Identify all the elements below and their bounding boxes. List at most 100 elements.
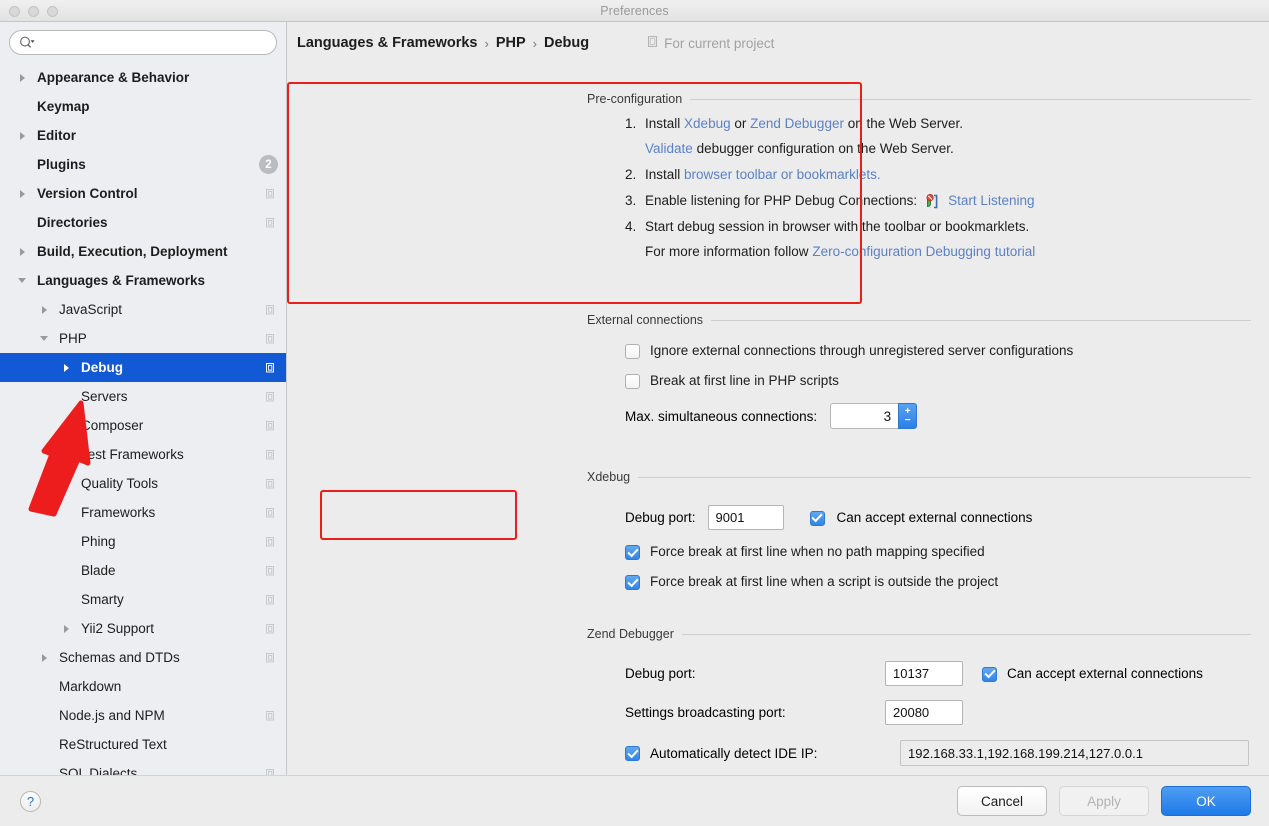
sidebar-item-plugins[interactable]: Plugins 2 bbox=[0, 150, 286, 179]
xdebug-port-input[interactable] bbox=[707, 505, 784, 530]
sidebar-item-sql-dialects[interactable]: SQL Dialects bbox=[0, 759, 286, 775]
dialog-footer: ? Cancel Apply OK bbox=[0, 775, 1269, 826]
sidebar-item-label: Composer bbox=[81, 418, 144, 433]
project-config-icon bbox=[266, 479, 274, 489]
group-divider bbox=[711, 319, 1251, 321]
sidebar-item-appearance-behavior[interactable]: Appearance & Behavior bbox=[0, 63, 286, 92]
project-config-icon-wrap bbox=[265, 332, 278, 345]
zend-ide-ip-input[interactable] bbox=[900, 740, 1249, 766]
project-config-icon-wrap bbox=[265, 767, 278, 775]
validate-link[interactable]: Validate bbox=[645, 141, 693, 156]
sidebar-item-schemas-and-dtds[interactable]: Schemas and DTDs bbox=[0, 643, 286, 672]
xdebug-link[interactable]: Xdebug bbox=[684, 116, 731, 131]
sidebar-item-smarty[interactable]: Smarty bbox=[0, 585, 286, 614]
maximize-window-button[interactable] bbox=[47, 6, 58, 17]
xdebug-force-nomap-checkbox[interactable] bbox=[625, 545, 640, 560]
sidebar-item-blade[interactable]: Blade bbox=[0, 556, 286, 585]
xdebug-force-nomap-row[interactable]: Force break at first line when no path m… bbox=[625, 544, 1251, 560]
xdebug-port-label: Debug port: bbox=[625, 510, 696, 525]
sidebar-item-quality-tools[interactable]: Quality Tools bbox=[0, 469, 286, 498]
sidebar-item-languages-frameworks[interactable]: Languages & Frameworks bbox=[0, 266, 286, 295]
search-icon bbox=[19, 36, 35, 49]
cancel-button[interactable]: Cancel bbox=[957, 786, 1047, 816]
project-config-icon bbox=[266, 595, 274, 605]
group-divider bbox=[690, 98, 1251, 100]
sidebar-item-yii2-support[interactable]: Yii2 Support bbox=[0, 614, 286, 643]
search-input[interactable] bbox=[40, 33, 267, 52]
break-first-line-row[interactable]: Break at first line in PHP scripts bbox=[625, 373, 1251, 389]
max-connections-value[interactable]: 3 bbox=[830, 403, 899, 429]
start-listening-link[interactable]: Start Listening bbox=[948, 191, 1034, 212]
sidebar-item-restructured-text[interactable]: ReStructured Text bbox=[0, 730, 286, 759]
sidebar-item-test-frameworks[interactable]: Test Frameworks bbox=[0, 440, 286, 469]
scope-label: For current project bbox=[664, 35, 775, 51]
max-connections-stepper[interactable]: 3 + − bbox=[830, 403, 918, 429]
stepper-down-icon[interactable]: − bbox=[905, 416, 911, 426]
chevron-right-icon[interactable] bbox=[14, 247, 30, 256]
breadcrumb-php[interactable]: PHP bbox=[496, 35, 526, 51]
sidebar-item-label: Languages & Frameworks bbox=[37, 273, 206, 288]
sidebar-item-label: PHP bbox=[59, 331, 87, 346]
sidebar-item-keymap[interactable]: Keymap bbox=[0, 92, 286, 121]
step-1-text: Install Xdebug or Zend Debugger on the W… bbox=[645, 114, 963, 135]
ok-button[interactable]: OK bbox=[1161, 786, 1251, 816]
xdebug-force-outside-checkbox[interactable] bbox=[625, 575, 640, 590]
close-window-button[interactable] bbox=[9, 6, 20, 17]
start-listening-icon bbox=[924, 193, 941, 210]
zend-autodetect-row: Automatically detect IDE IP: bbox=[625, 740, 1251, 766]
pre-configuration-group-label: Pre-configuration bbox=[587, 92, 1251, 106]
validate-suffix: debugger configuration on the Web Server… bbox=[696, 140, 954, 156]
step-2-text: Install browser toolbar or bookmarklets. bbox=[645, 165, 881, 186]
chevron-right-icon[interactable] bbox=[58, 624, 74, 633]
chevron-right-icon[interactable] bbox=[14, 131, 30, 140]
sidebar-item-javascript[interactable]: JavaScript bbox=[0, 295, 286, 324]
chevron-down-icon[interactable] bbox=[36, 336, 52, 341]
xdebug-force-outside-row[interactable]: Force break at first line when a script … bbox=[625, 574, 1251, 590]
search-box[interactable] bbox=[9, 30, 277, 55]
break-first-line-checkbox[interactable] bbox=[625, 374, 640, 389]
zend-autodetect-ip-label: Automatically detect IDE IP: bbox=[650, 745, 818, 761]
project-config-icon bbox=[266, 508, 274, 518]
zend-autodetect-ip-checkbox[interactable] bbox=[625, 746, 640, 761]
sidebar-item-editor[interactable]: Editor bbox=[0, 121, 286, 150]
group-title: Xdebug bbox=[587, 470, 631, 484]
ignore-external-connections-checkbox[interactable] bbox=[625, 344, 640, 359]
sidebar-item-phing[interactable]: Phing bbox=[0, 527, 286, 556]
sidebar-item-version-control[interactable]: Version Control bbox=[0, 179, 286, 208]
preferences-window: Preferences Appearance & Behavior Keymap E bbox=[0, 0, 1269, 826]
chevron-down-icon[interactable] bbox=[14, 278, 30, 283]
sidebar-item-composer[interactable]: Composer bbox=[0, 411, 286, 440]
sidebar-item-servers[interactable]: Servers bbox=[0, 382, 286, 411]
breadcrumb-languages-frameworks[interactable]: Languages & Frameworks bbox=[297, 35, 478, 51]
chevron-right-icon[interactable] bbox=[36, 305, 52, 314]
sidebar-item-directories[interactable]: Directories bbox=[0, 208, 286, 237]
project-config-icon-wrap bbox=[265, 622, 278, 635]
zero-config-tutorial-link[interactable]: Zero-configuration Debugging tutorial bbox=[812, 244, 1035, 259]
sidebar-item-php[interactable]: PHP bbox=[0, 324, 286, 353]
sidebar-item-label: Yii2 Support bbox=[81, 621, 155, 636]
chevron-right-icon[interactable] bbox=[14, 73, 30, 82]
zend-accept-external-checkbox[interactable] bbox=[982, 666, 997, 682]
browser-toolbar-link[interactable]: browser toolbar or bookmarklets. bbox=[684, 167, 881, 182]
sidebar-item-build-execution-deployment[interactable]: Build, Execution, Deployment bbox=[0, 237, 286, 266]
step-number: 2. bbox=[625, 166, 637, 182]
apply-button[interactable]: Apply bbox=[1059, 786, 1149, 816]
chevron-right-icon[interactable] bbox=[36, 653, 52, 662]
minimize-window-button[interactable] bbox=[28, 6, 39, 17]
help-button[interactable]: ? bbox=[20, 790, 41, 812]
zend-debugger-link[interactable]: Zend Debugger bbox=[750, 116, 844, 131]
sidebar-item-node-js-and-npm[interactable]: Node.js and NPM bbox=[0, 701, 286, 730]
xdebug-accept-external-checkbox[interactable] bbox=[809, 510, 825, 526]
max-connections-arrows[interactable]: + − bbox=[898, 403, 918, 429]
ignore-external-connections-row[interactable]: Ignore external connections through unre… bbox=[625, 343, 1251, 359]
sidebar-item-debug[interactable]: Debug bbox=[0, 353, 286, 382]
chevron-right-icon[interactable] bbox=[58, 363, 74, 372]
sidebar-item-frameworks[interactable]: Frameworks bbox=[0, 498, 286, 527]
sidebar-item-label: Markdown bbox=[59, 679, 122, 694]
zend-broadcast-input[interactable] bbox=[885, 700, 963, 725]
zend-port-input[interactable] bbox=[885, 661, 963, 686]
search-field-wrapper bbox=[0, 22, 286, 61]
breadcrumb: Languages & Frameworks › PHP › Debug For… bbox=[287, 22, 1269, 51]
sidebar-item-markdown[interactable]: Markdown bbox=[0, 672, 286, 701]
chevron-right-icon[interactable] bbox=[14, 189, 30, 198]
